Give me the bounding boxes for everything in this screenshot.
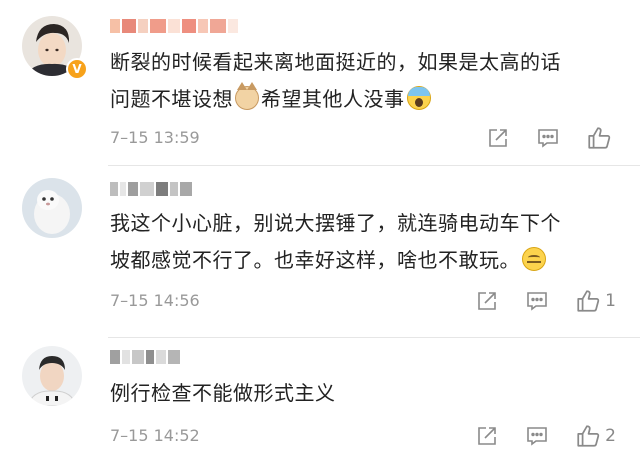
comment-line-with-emoji: 坡都感觉不行了。也幸好这样，啥也不敢玩。 <box>110 242 618 279</box>
comment-line: 希望其他人没事 <box>261 87 405 111</box>
screaming-face-icon <box>406 86 431 110</box>
avatar[interactable] <box>22 178 82 238</box>
username-masked[interactable] <box>110 347 180 367</box>
comment-icon <box>527 292 547 311</box>
username-masked[interactable] <box>110 179 192 199</box>
username-masked[interactable] <box>110 16 238 36</box>
share-button[interactable] <box>475 289 499 313</box>
zipper-mouth-face-icon <box>522 247 546 271</box>
share-button[interactable] <box>486 126 510 150</box>
reply-button[interactable] <box>536 126 560 150</box>
comment-line: 坡都感觉不行了。也幸好这样，啥也不敢玩。 <box>110 248 520 272</box>
comment-icon <box>527 427 547 446</box>
comment-actions: 1 <box>475 288 616 314</box>
comment-actions: 2 <box>475 423 616 449</box>
comment-time: 7–15 13:59 <box>110 128 200 147</box>
comment-line: 断裂的时候看起来离地面挺近的，如果是太高的话 <box>110 50 561 74</box>
comment-icon <box>538 129 558 148</box>
share-button[interactable] <box>475 424 499 448</box>
share-icon <box>489 129 507 147</box>
comment-time: 7–15 14:52 <box>110 426 200 445</box>
comment-text: 断裂的时候看起来离地面挺近的，如果是太高的话 问题不堪设想 希望其他人没事 <box>110 44 618 118</box>
share-icon <box>478 427 496 445</box>
like-button[interactable] <box>586 125 616 151</box>
cat-face-icon <box>235 82 259 110</box>
verified-badge: V <box>66 58 88 80</box>
comment-line: 问题不堪设想 <box>110 87 233 111</box>
reply-button[interactable] <box>525 289 549 313</box>
like-count: 1 <box>605 291 616 311</box>
comment-time: 7–15 14:56 <box>110 291 200 310</box>
comment-line: 例行检查不能做形式主义 <box>110 381 336 405</box>
comment-item: 我这个小心脏，别说大摆锤了，就连骑电动车下个 坡都感觉不行了。也幸好这样，啥也不… <box>0 165 640 337</box>
like-count: 2 <box>605 426 616 446</box>
like-button[interactable]: 1 <box>575 288 616 314</box>
comment-text: 我这个小心脏，别说大摆锤了，就连骑电动车下个 坡都感觉不行了。也幸好这样，啥也不… <box>110 205 618 279</box>
comment-item: 例行检查不能做形式主义 7–15 14:52 2 <box>0 337 640 464</box>
comment-text: 例行检查不能做形式主义 <box>110 375 618 412</box>
share-icon <box>478 292 496 310</box>
avatar[interactable] <box>22 346 82 406</box>
thumbs-up-icon <box>588 127 611 149</box>
thumbs-up-icon <box>577 290 600 312</box>
comment-line-with-emojis: 问题不堪设想 希望其他人没事 <box>110 81 618 118</box>
comment-actions <box>486 125 616 151</box>
thumbs-up-icon <box>577 425 600 447</box>
comment-item: V 断裂的时候看起来离地面挺近的，如果是太高的话 问题不堪设想 希望其他人没事 7… <box>0 0 640 165</box>
reply-button[interactable] <box>525 424 549 448</box>
comment-line: 我这个小心脏，别说大摆锤了，就连骑电动车下个 <box>110 211 561 235</box>
like-button[interactable]: 2 <box>575 423 616 449</box>
